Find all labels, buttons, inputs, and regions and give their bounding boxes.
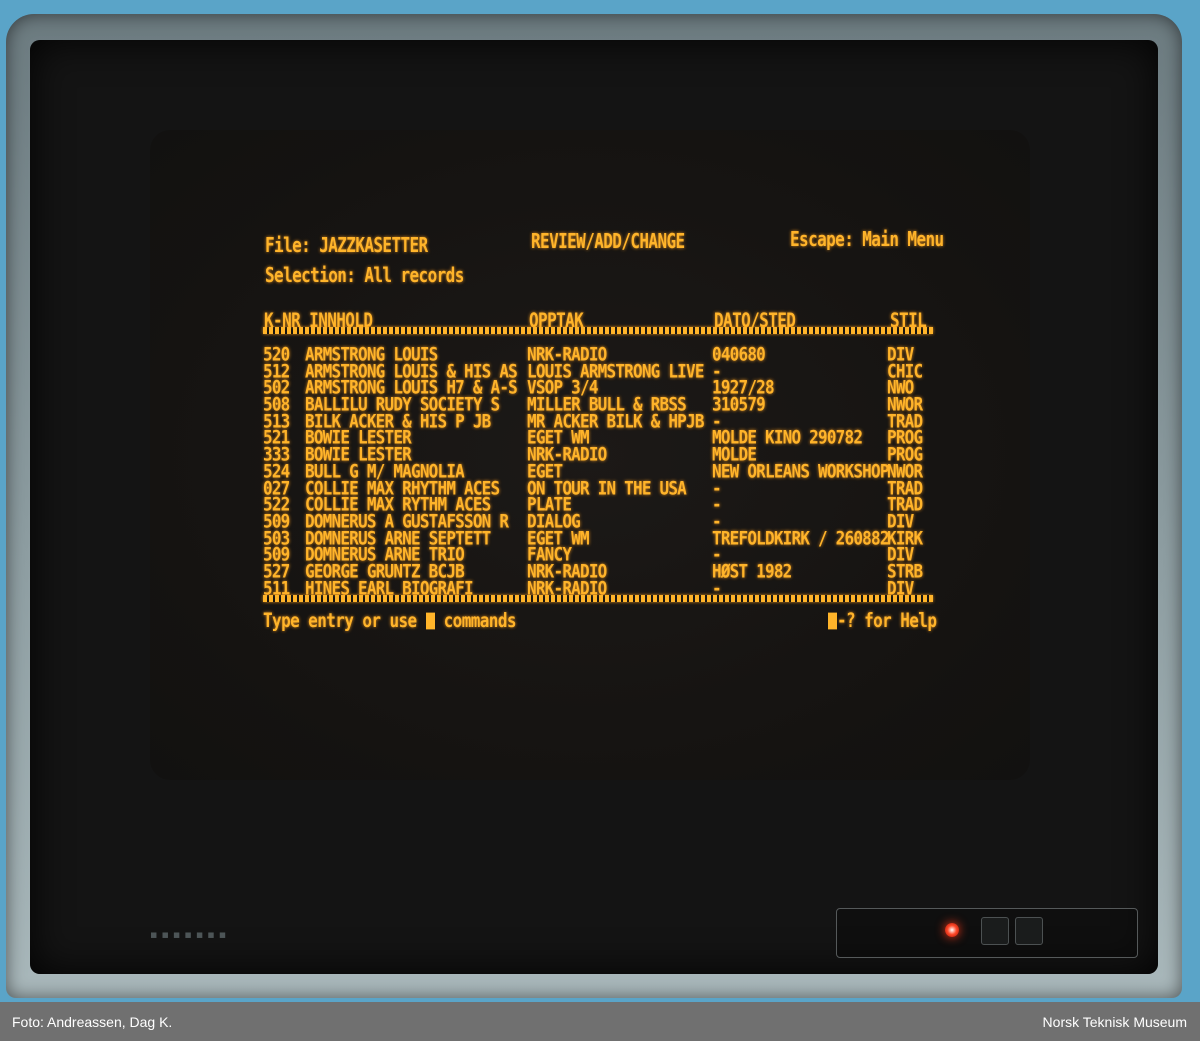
adjust-knob[interactable] — [1015, 917, 1043, 945]
escape-main-menu[interactable]: Escape: Main Menu — [790, 227, 944, 251]
power-led-icon — [945, 923, 959, 937]
museum-name: Norsk Teknisk Museum — [1042, 1014, 1187, 1030]
help-hint-text: -? for Help — [837, 609, 937, 632]
file-label: File: JAZZKASETTER — [265, 233, 428, 257]
records-table: 520 ARMSTRONG LOUIS NRK-RADIO 040680 DIV 512… — [263, 343, 935, 599]
monitor-brand-logo: ▪▪▪▪▪▪▪ — [150, 928, 231, 941]
prompt-text-start: Type entry or use — [263, 609, 426, 632]
footer-divider — [263, 595, 933, 602]
table-row[interactable]: 511 HINES EARL BIOGRAFI NRK-RADIO - DIV — [263, 577, 935, 599]
front-control-panel — [836, 908, 1138, 958]
prompt-text-end: commands — [434, 609, 517, 632]
help-hint[interactable]: -? for Help — [828, 609, 937, 632]
terminal-display: File: JAZZKASETTER REVIEW/ADD/CHANGE Esc… — [263, 225, 944, 635]
power-switch[interactable] — [981, 917, 1009, 945]
photo-credit: Foto: Andreassen, Dag K. — [12, 1014, 173, 1030]
header-divider — [263, 327, 933, 334]
table-row[interactable]: 524 BULL G M/ MAGNOLIA EGET NEW ORLEANS WOR… — [263, 460, 935, 482]
apple-key-icon — [828, 612, 837, 630]
mode-label: REVIEW/ADD/CHANGE — [531, 229, 685, 253]
photo-caption-bar: Foto: Andreassen, Dag K. Norsk Teknisk M… — [0, 1002, 1200, 1041]
command-prompt: Type entry or use commands — [263, 609, 516, 632]
selection-label: Selection: All records — [265, 263, 464, 287]
apple-key-icon — [425, 612, 435, 630]
